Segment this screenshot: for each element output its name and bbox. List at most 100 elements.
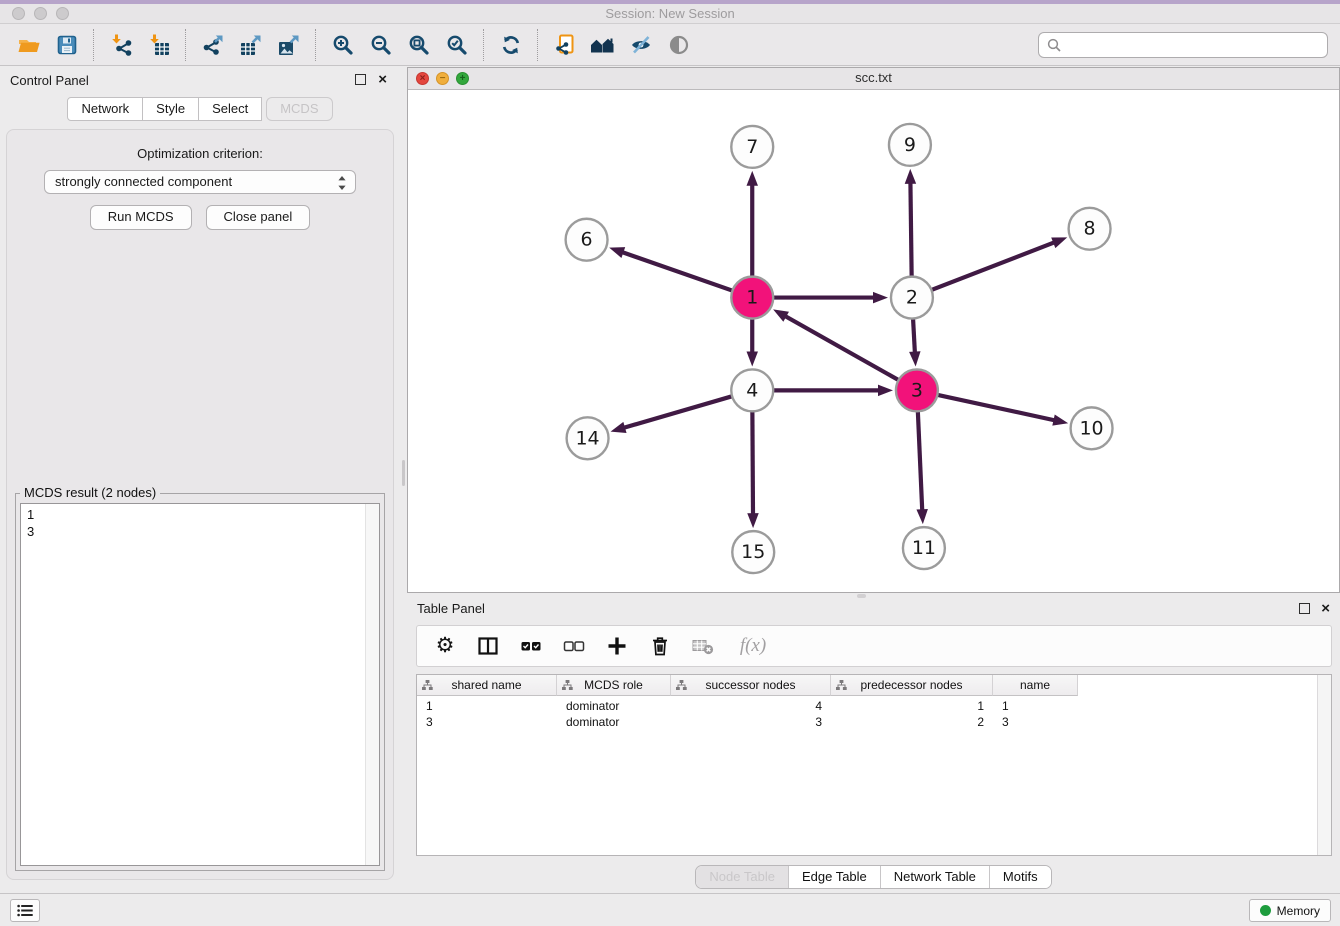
column-header-successor-nodes[interactable]: successor nodes (671, 675, 831, 696)
cell-successor-nodes[interactable]: 4 (671, 698, 831, 714)
column-settings-gear-icon[interactable]: ⚙ (433, 634, 457, 658)
network-from-selection-icon[interactable] (546, 28, 584, 62)
export-image-icon[interactable] (270, 28, 308, 62)
cell-mcds-role[interactable]: dominator (557, 698, 671, 714)
control-panel-float-button[interactable] (355, 74, 366, 85)
task-history-button[interactable] (10, 899, 40, 922)
node-2[interactable]: 2 (891, 277, 933, 319)
search-input[interactable] (1067, 36, 1319, 53)
network-canvas[interactable]: 1 2 3 4 6 7 8 9 10 11 14 15 (408, 89, 1339, 592)
column-header-predecessor-nodes[interactable]: predecessor nodes (831, 675, 993, 696)
memory-label: Memory (1277, 904, 1320, 918)
delete-column-icon[interactable] (648, 634, 672, 658)
add-column-icon[interactable] (605, 634, 629, 658)
memory-status-icon (1260, 905, 1271, 916)
edge-3-10[interactable] (935, 394, 1068, 425)
open-session-icon[interactable] (10, 28, 48, 62)
select-all-icon[interactable] (519, 634, 543, 658)
control-panel-tabs: NetworkStyleSelectMCDS (0, 97, 400, 121)
cell-name[interactable]: 3 (993, 714, 1078, 730)
node-14[interactable]: 14 (567, 417, 609, 459)
node-8[interactable]: 8 (1069, 208, 1111, 250)
table-header-row: shared nameMCDS rolesuccessor nodesprede… (417, 675, 1331, 696)
run-mcds-button[interactable]: Run MCDS (90, 205, 192, 230)
table-panel-float-button[interactable] (1299, 603, 1310, 614)
zoom-out-icon[interactable] (362, 28, 400, 62)
svg-text:15: 15 (741, 541, 765, 563)
mcds-panel: Optimization criterion: strongly connect… (6, 129, 394, 880)
tab-select[interactable]: Select (198, 97, 262, 121)
export-network-icon[interactable] (194, 28, 232, 62)
vertical-pane-divider[interactable] (402, 460, 405, 486)
edge-1-6[interactable] (609, 247, 734, 291)
main-toolbar (0, 24, 1340, 66)
cell-successor-nodes[interactable]: 3 (671, 714, 831, 730)
export-table-icon[interactable] (232, 28, 270, 62)
show-all-icon[interactable] (660, 28, 698, 62)
mcds-result-scrollbar[interactable] (365, 504, 379, 865)
cell-shared-name[interactable]: 3 (417, 714, 557, 730)
table-scrollbar[interactable] (1317, 675, 1331, 855)
edge-4-3[interactable] (771, 385, 893, 396)
hide-selected-icon[interactable] (622, 28, 660, 62)
import-network-icon[interactable] (102, 28, 140, 62)
cell-shared-name[interactable]: 1 (417, 698, 557, 714)
edge-3-1[interactable] (773, 309, 900, 381)
hierarchy-icon (676, 680, 687, 691)
edge-2-8[interactable] (930, 237, 1068, 290)
delete-table-icon[interactable] (691, 634, 715, 658)
node-11[interactable]: 11 (903, 527, 945, 569)
node-3[interactable]: 3 (896, 369, 938, 411)
import-table-icon[interactable] (140, 28, 178, 62)
node-1[interactable]: 1 (731, 277, 773, 319)
edge-1-2[interactable] (771, 292, 888, 303)
column-header-shared-name[interactable]: shared name (417, 675, 557, 696)
deselect-all-icon[interactable] (562, 634, 586, 658)
split-view-icon[interactable] (476, 634, 500, 658)
toolbar-separator (93, 29, 95, 61)
edge-2-9[interactable] (905, 169, 916, 279)
tab-style[interactable]: Style (142, 97, 199, 121)
node-6[interactable]: 6 (566, 219, 608, 261)
edge-2-3[interactable] (909, 317, 920, 367)
cell-predecessor-nodes[interactable]: 2 (831, 714, 993, 730)
cell-mcds-role[interactable]: dominator (557, 714, 671, 730)
edge-4-15[interactable] (747, 409, 758, 528)
zoom-selected-icon[interactable] (438, 28, 476, 62)
tab-network-table[interactable]: Network Table (880, 866, 989, 888)
memory-button[interactable]: Memory (1249, 899, 1331, 922)
close-panel-button[interactable]: Close panel (206, 205, 311, 230)
search-field[interactable] (1038, 32, 1328, 58)
table-panel-close-button[interactable]: × (1321, 601, 1330, 617)
control-panel-close-button[interactable]: × (378, 72, 387, 88)
node-10[interactable]: 10 (1071, 407, 1113, 449)
column-header-name[interactable]: name (993, 675, 1078, 696)
apply-layout-icon[interactable] (492, 28, 530, 62)
tab-network[interactable]: Network (67, 97, 143, 121)
mcds-result-textarea[interactable]: 1 3 (20, 503, 380, 866)
column-header-mcds-role[interactable]: MCDS role (557, 675, 671, 696)
tab-mcds[interactable]: MCDS (266, 97, 332, 121)
zoom-in-icon[interactable] (324, 28, 362, 62)
criterion-dropdown[interactable]: strongly connected component (44, 170, 356, 194)
svg-text:10: 10 (1080, 417, 1104, 439)
table-row: 1dominator411 (417, 698, 1331, 714)
node-9[interactable]: 9 (889, 124, 931, 166)
tab-edge-table[interactable]: Edge Table (788, 866, 880, 888)
node-7[interactable]: 7 (731, 126, 773, 168)
control-panel-title: Control Panel (10, 73, 89, 88)
save-session-icon[interactable] (48, 28, 86, 62)
edge-1-4[interactable] (747, 317, 758, 367)
cell-name[interactable]: 1 (993, 698, 1078, 714)
cell-predecessor-nodes[interactable]: 1 (831, 698, 993, 714)
zoom-fit-icon[interactable] (400, 28, 438, 62)
edge-1-7[interactable] (747, 171, 758, 279)
first-neighbors-icon[interactable] (584, 28, 622, 62)
edge-3-11[interactable] (916, 409, 927, 524)
node-15[interactable]: 15 (732, 531, 774, 573)
tab-node-table[interactable]: Node Table (696, 866, 788, 888)
edge-4-14[interactable] (611, 396, 734, 433)
tab-motifs[interactable]: Motifs (989, 866, 1051, 888)
function-builder-icon[interactable]: f(x) (734, 634, 772, 658)
node-4[interactable]: 4 (731, 369, 773, 411)
